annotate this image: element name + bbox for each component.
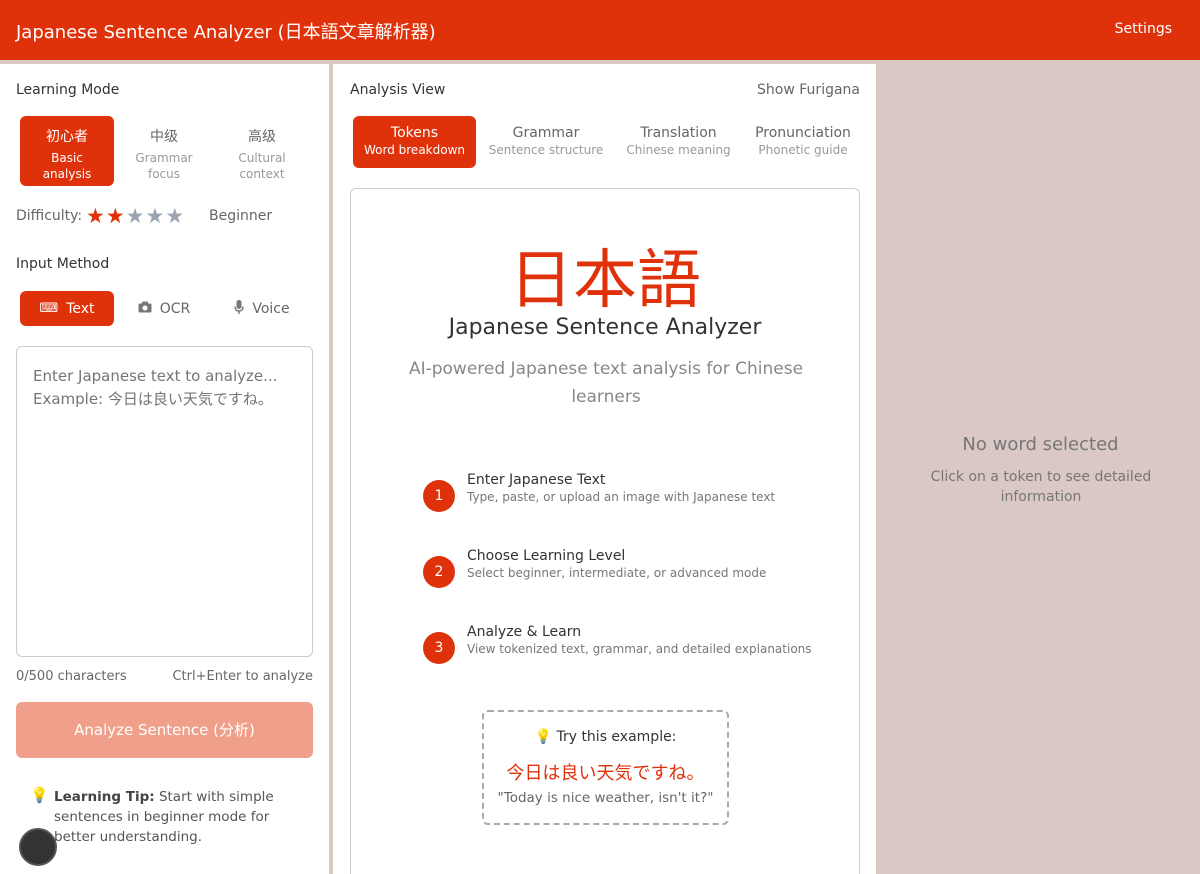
input-method-label-ocr: OCR: [159, 300, 191, 317]
hero-title: Japanese Sentence Analyzer: [448, 315, 762, 340]
example-heading: 💡 Try this example:: [484, 729, 727, 745]
star-icon: ★: [86, 204, 106, 228]
step-item: 1 Enter Japanese Text Type, paste, or up…: [423, 472, 823, 520]
camera-icon: [138, 301, 152, 317]
mode-subtitle: Cultural context: [238, 151, 286, 181]
mode-subtitle: Grammar focus: [135, 151, 193, 181]
lightbulb-icon: 💡: [30, 786, 49, 804]
show-furigana-toggle[interactable]: Show Furigana: [757, 82, 860, 98]
input-method-voice[interactable]: Voice: [215, 291, 309, 326]
analyze-button[interactable]: Analyze Sentence (分析): [16, 702, 313, 758]
step-number: 3: [423, 632, 455, 664]
hero-japanese-text: 日本語: [509, 244, 701, 318]
example-card[interactable]: 💡 Try this example: 今日は良い天気ですね。 "Today i…: [482, 710, 729, 825]
star-icon: ★: [105, 204, 126, 228]
character-count: 0/500 characters: [16, 669, 127, 684]
example-translation: "Today is nice weather, isn't it?": [497, 790, 714, 806]
app-title: Japanese Sentence Analyzer (日本語文章解析器): [16, 22, 436, 43]
input-method-ocr[interactable]: OCR: [117, 291, 211, 326]
tab-title: Translation: [640, 125, 717, 141]
welcome-card: 日本語 Japanese Sentence Analyzer AI-powere…: [350, 188, 860, 874]
mode-title: 中级: [150, 129, 178, 145]
mode-beginner[interactable]: 初心者 Basic analysis: [20, 116, 114, 186]
shortcut-hint: Ctrl+Enter to analyze: [172, 669, 313, 684]
example-heading-text: Try this example:: [556, 729, 677, 745]
tab-tokens[interactable]: Tokens Word breakdown: [353, 116, 476, 168]
analysis-view-label: Analysis View: [350, 82, 446, 98]
learning-tip-label: Learning Tip:: [54, 789, 155, 805]
mode-title: 初心者: [46, 129, 88, 145]
lightbulb-icon: 💡: [534, 729, 552, 745]
tab-subtitle: Chinese meaning: [626, 143, 731, 157]
floating-action-button[interactable]: [19, 828, 57, 866]
settings-button[interactable]: Settings: [1115, 21, 1172, 37]
details-panel: No word selected Click on a token to see…: [881, 64, 1200, 874]
star-icon: ★: [125, 204, 146, 228]
tab-pronunciation[interactable]: Pronunciation Phonetic guide: [752, 116, 854, 168]
tab-title: Grammar: [512, 125, 580, 141]
mode-subtitle: Basic analysis: [42, 151, 92, 181]
tab-subtitle: Phonetic guide: [758, 143, 848, 157]
step-description: Type, paste, or upload an image with Jap…: [467, 490, 776, 504]
input-panel: Learning Mode 初心者 Basic analysis 中级 Gram…: [0, 64, 329, 874]
empty-state-title: No word selected: [962, 434, 1119, 455]
microphone-icon: [234, 299, 245, 318]
step-description: Select beginner, intermediate, or advanc…: [467, 566, 767, 580]
tab-subtitle: Word breakdown: [363, 143, 465, 157]
mode-intermediate[interactable]: 中级 Grammar focus: [117, 116, 211, 186]
learning-mode-label: Learning Mode: [16, 82, 120, 98]
input-method-text[interactable]: ⌨ Text: [20, 291, 114, 326]
tab-subtitle: Sentence structure: [488, 143, 604, 157]
tab-grammar[interactable]: Grammar Sentence structure: [486, 116, 606, 168]
step-item: 2 Choose Learning Level Select beginner,…: [423, 548, 823, 596]
step-number: 2: [423, 556, 455, 588]
input-method-label-voice: Voice: [252, 300, 290, 317]
step-title: Analyze & Learn: [467, 624, 582, 640]
step-number: 1: [423, 480, 455, 512]
step-item: 3 Analyze & Learn View tokenized text, g…: [423, 624, 823, 672]
difficulty-rating: ★★★★★: [86, 204, 185, 228]
tab-translation[interactable]: Translation Chinese meaning: [623, 116, 734, 168]
step-description: View tokenized text, grammar, and detail…: [467, 642, 812, 656]
app-header: Japanese Sentence Analyzer (日本語文章解析器) Se…: [0, 0, 1200, 60]
japanese-text-input[interactable]: [16, 346, 313, 657]
star-icon: ★: [165, 204, 186, 228]
step-title: Choose Learning Level: [467, 548, 626, 564]
empty-state-subtitle: Click on a token to see detailed informa…: [930, 469, 1152, 505]
keyboard-icon: ⌨: [39, 301, 59, 316]
analysis-panel: Analysis View Show Furigana Tokens Word …: [333, 64, 876, 874]
step-title: Enter Japanese Text: [467, 472, 606, 488]
difficulty-level: Beginner: [209, 208, 273, 224]
input-method-label-text: Text: [66, 300, 95, 317]
tab-title: Tokens: [390, 125, 439, 141]
difficulty-label: Difficulty:: [16, 208, 83, 224]
hero-subtitle: AI-powered Japanese text analysis for Ch…: [408, 359, 804, 407]
tab-title: Pronunciation: [755, 125, 851, 141]
star-icon: ★: [145, 204, 166, 228]
learning-tip: Learning Tip: Start with simple sentence…: [54, 787, 304, 847]
mode-advanced[interactable]: 高级 Cultural context: [215, 116, 309, 186]
input-method-label: Input Method: [16, 256, 110, 272]
example-japanese: 今日は良い天気ですね。: [506, 763, 705, 784]
mode-title: 高级: [248, 129, 276, 145]
